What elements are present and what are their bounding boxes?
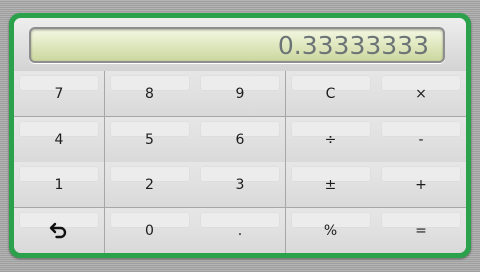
display-value: 0.33333333 <box>277 31 429 60</box>
key-4[interactable]: 4 <box>14 116 104 162</box>
calculator-frame: 0.33333333 7 8 9 C × 4 5 6 ÷ - 1 2 3 ± + <box>9 13 471 258</box>
key-label: + <box>415 177 427 193</box>
key-label: 4 <box>54 131 64 148</box>
key-2[interactable]: 2 <box>104 162 195 207</box>
key-8[interactable]: 8 <box>104 71 195 116</box>
key-1[interactable]: 1 <box>14 162 104 207</box>
key-9[interactable]: 9 <box>195 71 285 116</box>
divide-button[interactable]: ÷ <box>285 116 376 162</box>
equals-button[interactable]: = <box>376 207 466 253</box>
key-label: . <box>237 222 243 239</box>
key-label: 2 <box>145 177 154 193</box>
key-label: = <box>415 222 427 239</box>
key-label: C <box>325 86 336 102</box>
key-label: 6 <box>235 131 245 148</box>
key-label: 1 <box>54 177 64 193</box>
key-label: ÷ <box>324 131 337 148</box>
clear-button[interactable]: C <box>285 71 376 116</box>
key-label: - <box>418 131 424 148</box>
key-0[interactable]: 0 <box>104 207 195 253</box>
key-label: 0 <box>145 222 154 239</box>
key-label: 5 <box>145 131 154 148</box>
decimal-point-button[interactable]: . <box>195 207 285 253</box>
key-label: 7 <box>54 86 64 102</box>
key-label: ± <box>324 177 337 193</box>
key-7[interactable]: 7 <box>14 71 104 116</box>
key-label: 9 <box>235 86 245 102</box>
key-label: × <box>415 86 427 102</box>
key-5[interactable]: 5 <box>104 116 195 162</box>
percent-button[interactable]: % <box>285 207 376 253</box>
subtract-button[interactable]: - <box>376 116 466 162</box>
back-button[interactable] <box>14 207 104 253</box>
sign-toggle-button[interactable]: ± <box>285 162 376 207</box>
key-label: 8 <box>145 86 154 102</box>
result-display: 0.33333333 <box>29 27 445 63</box>
add-button[interactable]: + <box>376 162 466 207</box>
calculator-panel: 0.33333333 7 8 9 C × 4 5 6 ÷ - 1 2 3 ± + <box>14 18 466 253</box>
multiply-button[interactable]: × <box>376 71 466 116</box>
key-6[interactable]: 6 <box>195 116 285 162</box>
display-area: 0.33333333 <box>14 18 466 71</box>
back-arrow-icon <box>48 219 70 241</box>
key-3[interactable]: 3 <box>195 162 285 207</box>
key-label: 3 <box>235 177 245 193</box>
keypad: 7 8 9 C × 4 5 6 ÷ - 1 2 3 ± + 0 . % = <box>14 71 466 253</box>
key-label: % <box>323 222 338 239</box>
